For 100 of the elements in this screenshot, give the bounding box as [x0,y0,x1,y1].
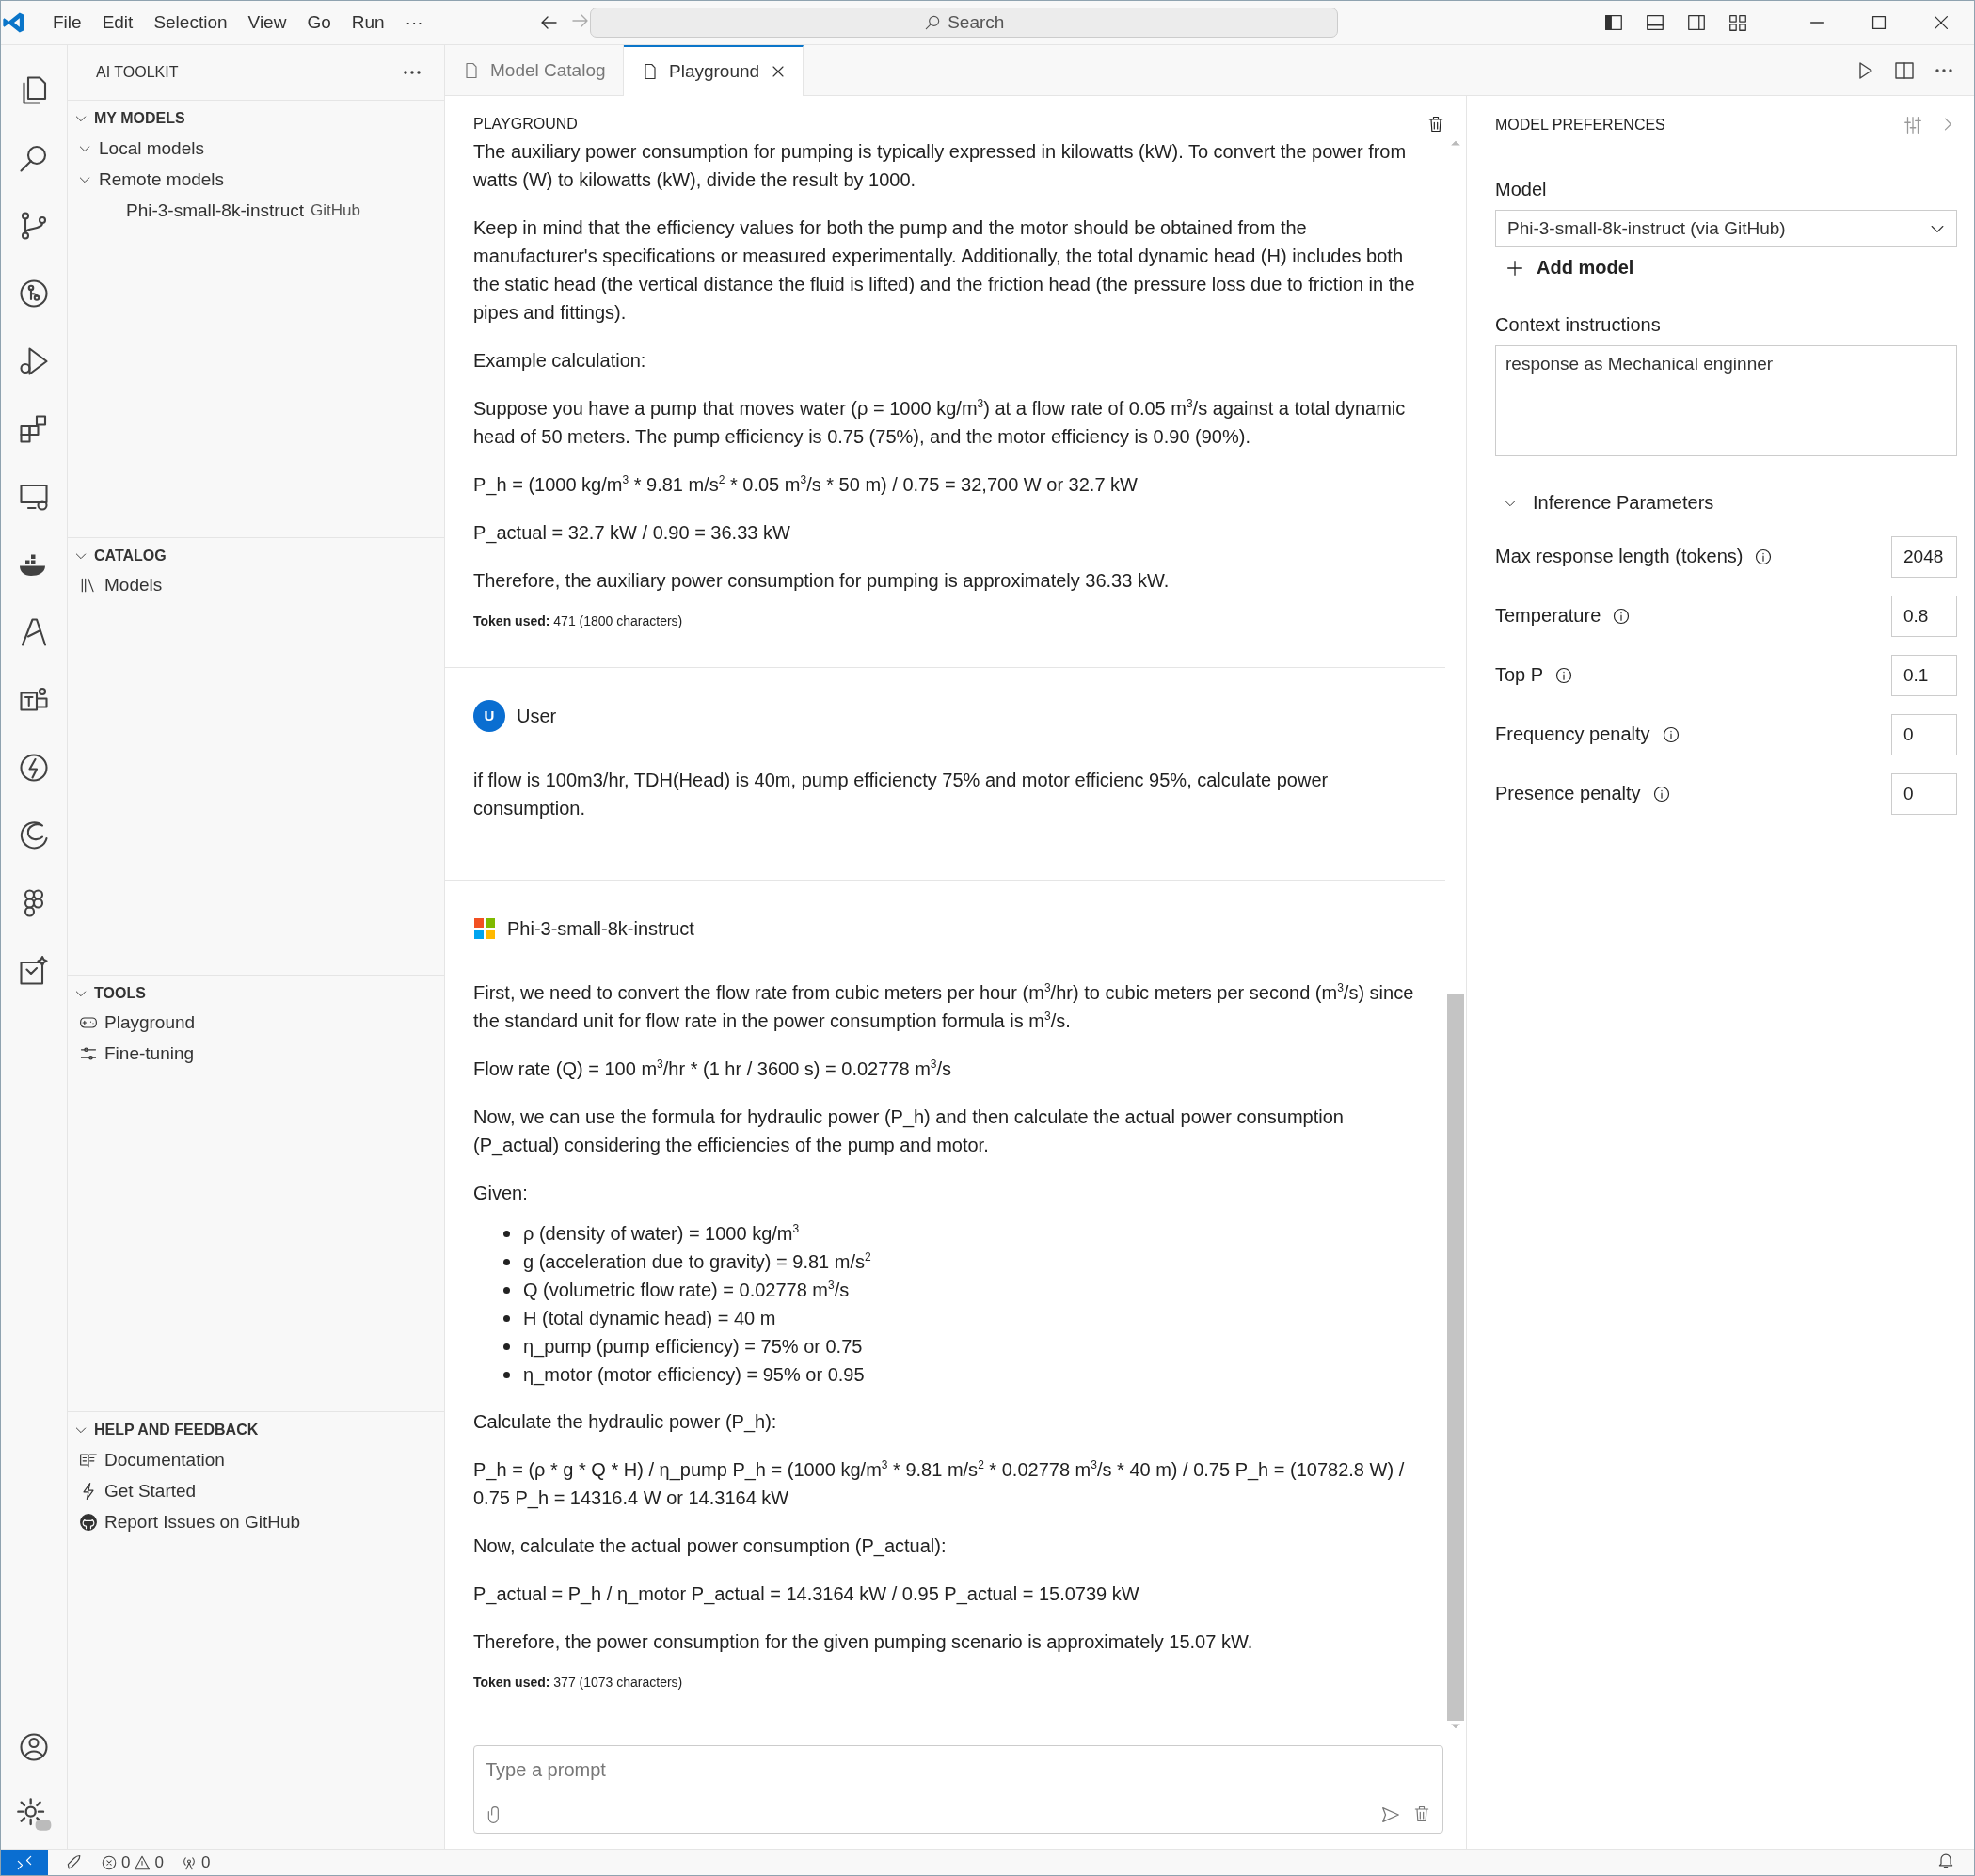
item-label: Fine-tuning [104,1043,195,1064]
item-label: Remote models [99,168,225,190]
search-field[interactable]: Search [589,8,1338,38]
parameter-input[interactable]: 0 [1891,713,1957,755]
bullet-icon [503,1258,510,1265]
item-label: Documentation [104,1449,225,1471]
info-icon [1554,665,1574,685]
parameter-input[interactable]: 0 [1891,772,1957,815]
editor-tab[interactable]: Playground [624,45,804,96]
list-item: H (total dynamic head) = 40 m [523,1307,776,1330]
sender-name: Phi-3-small-8k-instruct [507,917,694,941]
message-paragraph: Example calculation: [473,349,647,373]
info-icon [1661,724,1680,744]
problems-status[interactable]: 0 0 [101,1852,164,1872]
octocat-icon [79,1512,98,1532]
parameter-input[interactable]: 0.8 [1891,595,1957,637]
scrollbar-thumb[interactable] [1447,994,1464,1721]
tree-item[interactable]: Documentation [68,1444,444,1476]
tree-item[interactable]: Playground [68,1007,444,1039]
tree-item[interactable]: Models [68,569,444,601]
user-avatar: U [473,700,505,732]
field-label: Context instructions [1495,314,1662,336]
item-label: Playground [104,1012,196,1033]
message-paragraph: Calculate the hydraulic power (P_h): [473,1410,778,1435]
parameter-label: Top P [1495,664,1544,686]
message-paragraph: if flow is 100m3/hr, TDH(Head) is 40m, pump efficiencty 75% and motor efficienc 95%, calculate power consumption. [473,769,1330,820]
message-paragraph: The auxiliary power consumption for pumping is typically expressed in kilowatts (kW). To convert the power from watts (W) to kilowatts (kW), divide the result by 1000. [473,140,1408,192]
menu-item[interactable]: Edit [91,8,144,37]
item-label: Get Started [104,1480,197,1502]
error-icon [101,1853,118,1871]
list-item: η_pump (pump efficiency) = 75% or 0.75 [523,1335,863,1359]
model-dropdown[interactable]: Phi-3-small-8k-instruct (via GitHub) [1495,210,1957,247]
bullet-icon [503,1286,510,1294]
field-label: Model [1495,179,1548,200]
menu-item[interactable]: Run [341,8,395,37]
message-paragraph: Given: [473,1182,529,1205]
list-item: g (acceleration due to gravity) = 9.81 m/s$^{2}$ [523,1249,871,1274]
menu-item[interactable]: ··· [394,8,434,37]
section-header[interactable]: TOOLS [68,978,444,1008]
parameter-label: Presence penalty [1495,783,1641,804]
item-label: Local models [99,137,204,159]
menu-item[interactable]: View [237,8,297,37]
send-icon[interactable] [1380,1804,1401,1825]
info-icon [1612,606,1632,626]
message-paragraph: Now, we can use the formula for hydraulic power (P_h) and then calculate the actual power consumption (P_actual) considering the efficiencies of the pump and motor. [473,1105,1345,1158]
trash-icon[interactable] [1426,115,1445,134]
tree-item[interactable]: Phi-3-small-8k-instruct GitHub [68,195,444,226]
message-paragraph: Therefore, the auxiliary power consumption for pumping is approximately 36.33 kW. [473,569,1171,593]
source-label: GitHub [311,200,360,220]
warning-icon [134,1853,151,1871]
menu-item[interactable]: File [42,8,92,37]
list-item: Q (volumetric flow rate) = 0.02778 m$^{3}$/s [523,1278,850,1302]
message-paragraph: Flow rate (Q) = 100 m$^{3}$/hr * (1 hr / 3600 s) = 0.02778 m$^{3}$/s [473,1057,953,1081]
message-paragraph: P_actual = P_h / η_motor P_actual = 14.3164 kW / 0.95 P_actual = 15.0739 kW [473,1582,1140,1607]
tree-item[interactable]: Local models [68,133,444,164]
token-usage: Token used: 471 (1800 characters) [473,612,684,629]
parameter-input[interactable]: 2048 [1891,535,1957,578]
bullet-icon [503,1314,510,1322]
item-label: Report Issues on GitHub [104,1511,301,1533]
bullet-icon [503,1343,510,1350]
message-paragraph: P_actual = 32.7 kW / 0.90 = 36.33 kW [473,521,791,546]
tree-item[interactable]: Get Started [68,1475,444,1507]
bullet-icon [503,1230,510,1237]
sliders-icon[interactable] [1903,115,1923,135]
squares-logo-icon [473,917,496,940]
token-usage: Token used: 377 (1073 characters) [473,1674,684,1691]
section-header[interactable]: Inference Parameters [1495,492,1957,514]
sidebar-title: AI TOOLKIT [96,64,179,81]
parameter-input[interactable]: 0.1 [1891,654,1957,696]
tree-item[interactable]: Remote models [68,164,444,195]
parameter-label: Frequency penalty [1495,723,1650,745]
parameter-label: Max response length (tokens) [1495,546,1744,567]
parameter-label: Temperature [1495,605,1601,627]
prompt-field[interactable]: Type a prompt [473,1745,1443,1834]
info-icon [1754,547,1774,566]
list-item: ρ (density of water) = 1000 kg/m$^{3}$ [523,1221,800,1246]
message-paragraph: Therefore, the power consumption for the given pumping scenario is approximately 15.07 kW. [473,1630,1254,1654]
tree-item[interactable]: Fine-tuning [68,1038,444,1070]
message-paragraph: P_h = (1000 kg/m$^{3}$ * 9.81 m/s$^{2}$ * 0.05 m$^{3}$/s * 50 m) / 0.75 = 32,700 W or 32.7 kW [473,472,1139,498]
message-paragraph: First, we need to convert the flow rate from cubic meters per hour (m$^{3}$/hr) to cubic meters per second (m$^{3}$/s) since the standard unit for flow rate in the power consumption formula is m$^{3}$/s. [473,980,1415,1033]
message-paragraph: P_h = (ρ * g * Q * H) / η_pump P_h = (1000 kg/m$^{3}$ * 9.81 m/s$^{2}$ * 0.02778 m$^{3}$/s * 40 m) / 0.75 P_h = (10782.8 W) / 0.75 P_h = 14316.4 W or 14.3164 kW [473,1457,1406,1511]
item-label: Phi-3-small-8k-instruct [126,199,304,221]
message-paragraph: Keep in mind that the efficiency values for both the pump and the motor should be obtained from the manufacturer's specifications or measured experimentally. Additionally, the total dynamic head (H) includes both the static head (the vertical distance the fluid is lifted) and the friction head (the pressure loss due to friction in the pipes and fittings). [473,216,1416,325]
tree-item[interactable]: Report Issues on GitHub [68,1506,444,1538]
message-paragraph: Now, calculate the actual power consumption (P_actual): [473,1534,948,1559]
panel-title: PLAYGROUND [473,115,578,134]
section-header[interactable]: CATALOG [68,541,444,570]
info-icon [1651,784,1671,803]
menu-item[interactable]: Selection [143,8,238,37]
add-model-button[interactable]: Add model [1495,247,1644,288]
menu-item[interactable]: Go [296,8,342,37]
section-header[interactable]: MY MODELS [68,104,444,133]
section-header[interactable]: HELP AND FEEDBACK [68,1416,444,1445]
context-input[interactable]: response as Mechanical enginner [1495,345,1957,456]
item-label: Models [104,575,163,596]
sender-name: User [517,705,557,728]
ports-status[interactable]: 0 [180,1852,211,1872]
panel-title: MODEL PREFERENCES [1495,117,1665,134]
bullet-icon [503,1371,510,1378]
list-item: η_motor (motor efficiency) = 95% or 0.95 [523,1363,865,1388]
